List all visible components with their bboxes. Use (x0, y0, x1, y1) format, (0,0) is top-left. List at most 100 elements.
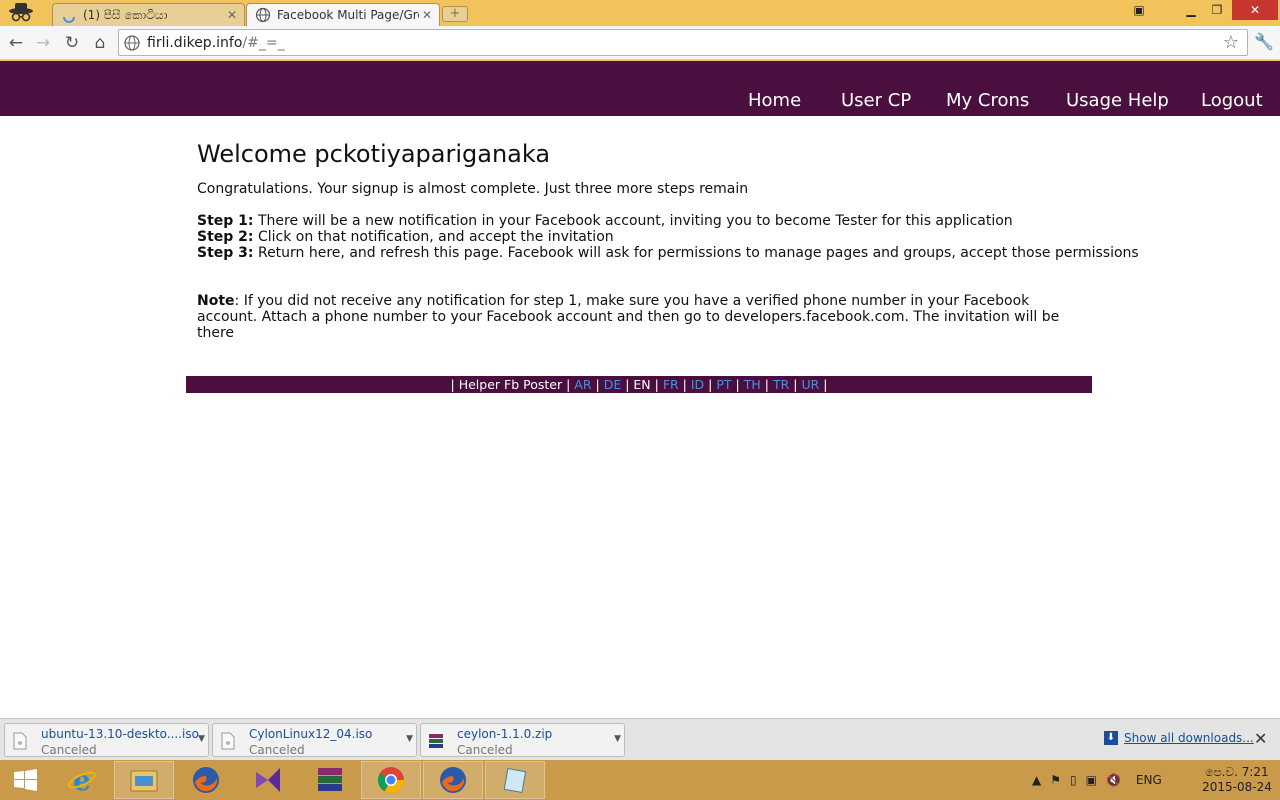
note-text: : If you did not receive any notificatio… (197, 293, 1060, 341)
wrench-menu-icon[interactable]: 🔧 (1254, 32, 1274, 52)
site-nav: Home User CP My Crons Usage Help Logout (0, 61, 1280, 116)
download-status: Canceled (457, 743, 513, 757)
welcome-heading: Welcome pckotiyapariganaka (197, 140, 551, 168)
download-item[interactable]: ubuntu-13.10-deskto....iso Canceled ▼ (4, 723, 209, 757)
browser-toolbar: ← → ↻ ⌂ firli.dikep.info/#_=_ ☆ (0, 26, 1280, 60)
lang-current-en: EN (633, 377, 651, 392)
notepad-icon[interactable] (485, 761, 545, 799)
lang-link-ur[interactable]: UR (801, 377, 819, 392)
language-indicator[interactable]: ENG (1136, 773, 1162, 787)
bookmark-star-icon[interactable]: ☆ (1223, 32, 1239, 53)
firefox-glyph (193, 767, 219, 793)
nav-logout-link[interactable]: Logout (1201, 90, 1263, 111)
profile-icon[interactable]: ▣ (1124, 0, 1154, 20)
step-label: Step 3: (197, 245, 254, 261)
globe-icon (255, 7, 271, 23)
site-footer: | Helper Fb Poster | AR | DE | EN | FR |… (186, 376, 1092, 393)
winrar-glyph (318, 768, 342, 791)
chrome-icon[interactable] (361, 761, 421, 799)
back-icon[interactable]: ← (5, 32, 27, 54)
download-icon: ⬇ (1104, 731, 1118, 745)
notepad-glyph (503, 768, 527, 793)
lang-link-fr[interactable]: FR (663, 377, 679, 392)
ie-glyph: e (68, 764, 96, 796)
lang-link-pt[interactable]: PT (716, 377, 731, 392)
forward-icon[interactable]: → (32, 32, 54, 54)
note-paragraph: Note: If you did not receive any notific… (197, 293, 1092, 341)
minimize-button[interactable]: ▁ (1178, 0, 1204, 20)
device-icon[interactable]: ▯ (1070, 773, 1077, 787)
step-label: Step 1: (197, 213, 254, 229)
home-icon[interactable]: ⌂ (89, 32, 111, 54)
new-tab-button[interactable]: + (442, 6, 468, 22)
download-item[interactable]: ceylon-1.1.0.zip Canceled ▼ (420, 723, 625, 757)
url-path: /#_=_ (242, 34, 285, 51)
vs-glyph (256, 768, 280, 792)
show-hidden-icons-icon[interactable]: ▲ (1032, 773, 1041, 787)
close-shelf-icon[interactable]: ✕ (1254, 729, 1267, 748)
nav-usage-help-link[interactable]: Usage Help (1066, 90, 1169, 111)
note-label: Note (197, 293, 235, 309)
windows-taskbar: e ▲ ⚑ ▯ ▣ 🔇 ENG පෙ.ව. 7:21 2015-08-24 (0, 760, 1280, 800)
url-host: firli.dikep.info (147, 34, 243, 51)
download-status: Canceled (249, 743, 305, 757)
lang-link-id[interactable]: ID (691, 377, 704, 392)
download-item[interactable]: CylonLinux12_04.iso Canceled ▼ (212, 723, 417, 757)
show-all-downloads-link[interactable]: ⬇ Show all downloads... (1104, 731, 1254, 745)
reload-icon[interactable]: ↻ (61, 32, 83, 54)
chevron-down-icon[interactable]: ▼ (198, 734, 205, 744)
step-label: Step 2: (197, 229, 254, 245)
download-name: ubuntu-13.10-deskto....iso (41, 727, 199, 741)
svg-text:e: e (73, 764, 91, 796)
lang-link-de[interactable]: DE (604, 377, 622, 392)
lang-link-th[interactable]: TH (744, 377, 761, 392)
tab-pc-kotiya[interactable]: (1) පීසී කොටියා ✕ (52, 3, 245, 26)
network-icon[interactable]: ▣ (1086, 773, 1097, 787)
tab-close-icon[interactable]: ✕ (419, 8, 435, 22)
file-icon (221, 732, 235, 750)
file-icon (13, 732, 27, 750)
action-center-icon[interactable]: ⚑ (1050, 773, 1061, 787)
firefox-icon[interactable] (423, 761, 483, 799)
nav-home-link[interactable]: Home (748, 90, 801, 111)
internet-explorer-icon[interactable]: e (52, 761, 112, 799)
page-info-icon (124, 34, 140, 51)
close-window-button[interactable]: ✕ (1232, 0, 1278, 20)
maximize-button[interactable]: ❐ (1204, 0, 1230, 20)
browser-titlebar: (1) පීසී කොටියා ✕ Facebook Multi Page/Gr… (0, 0, 1280, 26)
clock-date: 2015-08-24 (1202, 780, 1272, 794)
lang-link-tr[interactable]: TR (773, 377, 789, 392)
firefox-glyph (440, 767, 466, 793)
loading-spinner-icon (63, 16, 75, 23)
clock-time: පෙ.ව. 7:21 (1205, 765, 1269, 779)
download-name: CylonLinux12_04.iso (249, 727, 373, 741)
firefox-icon[interactable] (176, 761, 236, 799)
file-explorer-icon[interactable] (114, 761, 174, 799)
tab-close-icon[interactable]: ✕ (224, 8, 240, 22)
volume-muted-icon[interactable]: 🔇 (1106, 773, 1121, 787)
system-tray: ▲ ⚑ ▯ ▣ 🔇 ENG (1032, 760, 1171, 800)
chrome-glyph (377, 767, 405, 794)
web-page: Home User CP My Crons Usage Help Logout … (0, 61, 1280, 718)
winrar-icon[interactable] (300, 761, 360, 799)
step-3: Step 3: Return here, and refresh this pa… (197, 245, 1139, 261)
step-text: Click on that notification, and accept t… (253, 229, 614, 245)
incognito-icon (9, 3, 33, 22)
download-shelf: ubuntu-13.10-deskto....iso Canceled ▼ Cy… (0, 718, 1280, 760)
nav-user-cp-link[interactable]: User CP (841, 90, 911, 111)
tab-title: Facebook Multi Page/Group (277, 8, 419, 22)
main-content: Welcome pckotiyapariganaka Congratulatio… (197, 139, 1139, 341)
system-clock[interactable]: පෙ.ව. 7:21 2015-08-24 (1200, 765, 1274, 795)
step-text: There will be a new notification in your… (253, 213, 1013, 229)
intro-text: Congratulations. Your signup is almost c… (197, 181, 749, 197)
windows-start-icon[interactable] (6, 766, 46, 794)
tab-facebook-multi-page[interactable]: Facebook Multi Page/Group ✕ (246, 3, 440, 26)
nav-my-crons-link[interactable]: My Crons (946, 90, 1029, 111)
step-text: Return here, and refresh this page. Face… (253, 245, 1139, 261)
download-name: ceylon-1.1.0.zip (457, 727, 553, 741)
chevron-down-icon[interactable]: ▼ (614, 734, 621, 744)
chevron-down-icon[interactable]: ▼ (406, 734, 413, 744)
address-bar[interactable]: firli.dikep.info/#_=_ ☆ (118, 29, 1248, 56)
visual-studio-icon[interactable] (238, 761, 298, 799)
lang-link-ar[interactable]: AR (574, 377, 591, 392)
